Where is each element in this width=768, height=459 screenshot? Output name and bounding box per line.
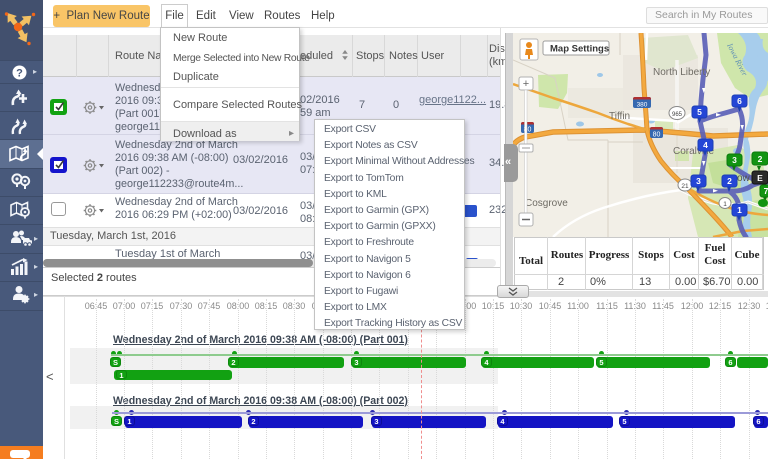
svg-text:E: E	[757, 173, 763, 183]
svg-text:80: 80	[653, 132, 661, 139]
svg-text:1: 1	[737, 205, 742, 215]
svg-text:Tiffin: Tiffin	[609, 111, 630, 122]
svg-text:4: 4	[703, 140, 708, 150]
svg-text:North Liberty: North Liberty	[653, 67, 710, 78]
svg-text:?: ?	[16, 68, 23, 80]
svg-text:+: +	[523, 78, 529, 90]
svg-text:3: 3	[732, 155, 737, 165]
svg-text:2: 2	[727, 176, 732, 186]
svg-text:380: 380	[637, 102, 648, 109]
svg-text:6: 6	[737, 96, 742, 106]
svg-text:3: 3	[696, 176, 701, 186]
svg-text:2: 2	[758, 154, 763, 164]
svg-text:965: 965	[672, 112, 683, 118]
svg-text:1: 1	[723, 201, 727, 208]
svg-text:Map Settings: Map Settings	[550, 44, 609, 55]
svg-text:21: 21	[681, 183, 689, 190]
svg-text:7: 7	[764, 186, 768, 196]
svg-text:ow: ow	[737, 173, 751, 184]
svg-text:Cosgrove: Cosgrove	[525, 198, 568, 209]
svg-text:5: 5	[697, 107, 702, 117]
